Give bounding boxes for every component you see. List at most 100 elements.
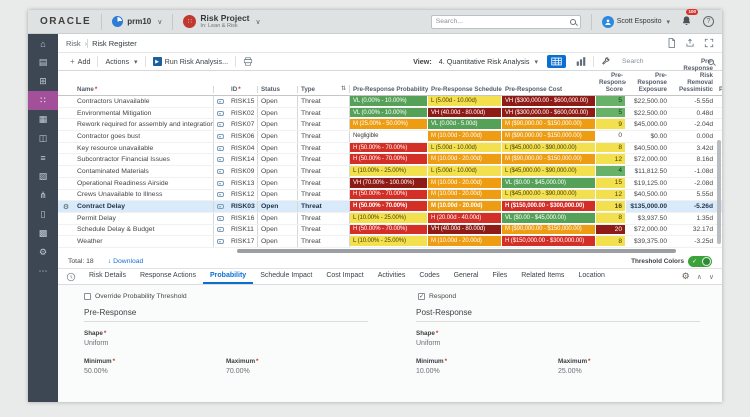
- pre-response-cost-cell[interactable]: L ($45,000.00 - $90,000.00): [502, 166, 596, 177]
- tab-general[interactable]: General: [447, 269, 486, 284]
- risk-name-cell[interactable]: Contaminated Materials: [74, 166, 214, 177]
- pre-response-risk-removal-pessimistic-cell[interactable]: -5.55d: [670, 96, 716, 107]
- risk-row-RISK16[interactable]: Permit DelayRISK16OpenThreatL (10.00% - …: [58, 213, 722, 225]
- checkbox-icon[interactable]: ✓: [418, 293, 425, 300]
- risk-name-cell[interactable]: Environmental Mitigation: [74, 108, 214, 119]
- pre-response-exposure-cell[interactable]: $22,500.00: [626, 96, 670, 107]
- pre-response-risk-removal-pessimistic-cell[interactable]: -3.25d: [670, 236, 716, 247]
- risk-row-RISK14[interactable]: Subcontractor Financial IssuesRISK14Open…: [58, 154, 722, 166]
- pre-response-exposure-cell[interactable]: $0.00: [626, 131, 670, 142]
- history-icon[interactable]: [66, 272, 76, 282]
- risk-type-cell[interactable]: Threat: [298, 108, 338, 119]
- header-pre-response-risk-removal-pessimistic[interactable]: Pre-Response Risk Removal Pessimistic: [670, 58, 716, 93]
- checkbox-icon[interactable]: [84, 293, 91, 300]
- pre-response-cost-cell[interactable]: L ($45,000.00 - $90,000.00): [502, 190, 596, 201]
- pre-response-cost-cell[interactable]: VH ($300,000.00 - $600,000.00): [502, 108, 596, 119]
- pre-response-score-cell[interactable]: 8: [596, 143, 626, 154]
- risk-type-cell[interactable]: Threat: [298, 119, 338, 130]
- pre-response-risk-removal-pessimistic-cell[interactable]: -2.08d: [670, 178, 716, 189]
- add-button[interactable]: +Add: [66, 57, 94, 66]
- pre-response-schedule-cell[interactable]: M (10.00d - 20.00d): [428, 154, 502, 165]
- pre-response-score-cell[interactable]: 0: [596, 131, 626, 142]
- risk-name-cell[interactable]: Rework required for assembly and integra…: [74, 119, 214, 130]
- tab-cost-impact[interactable]: Cost Impact: [319, 269, 370, 284]
- pre-response-score-cell[interactable]: 8: [596, 213, 626, 224]
- pre-response-schedule-cell[interactable]: VH (40.00d - 80.00d): [428, 225, 502, 236]
- risk-status-cell[interactable]: Open: [258, 154, 298, 165]
- pre-response-exposure-cell[interactable]: $135,000.00: [626, 201, 670, 212]
- risk-type-cell[interactable]: Threat: [298, 201, 338, 212]
- download-link[interactable]: ↓Download: [108, 258, 144, 265]
- risk-row-RISK17[interactable]: WeatherRISK17OpenThreatL (10.00% - 25.00…: [58, 236, 722, 248]
- pre-response-schedule-cell[interactable]: H (20.00d - 40.00d): [428, 213, 502, 224]
- sidebar-item-resources[interactable]: ⊞: [28, 72, 58, 91]
- pre-response-schedule-cell[interactable]: L (5.00d - 10.00d): [428, 166, 502, 177]
- pre-response-probability-cell[interactable]: L (10.00% - 25.00%): [350, 236, 428, 247]
- grid-view-button[interactable]: [547, 55, 566, 68]
- pre-response-score-cell[interactable]: 12: [596, 154, 626, 165]
- pre-response-cost-cell[interactable]: VH ($300,000.00 - $600,000.00): [502, 96, 596, 107]
- tab-related-items[interactable]: Related Items: [514, 269, 571, 284]
- risk-name-cell[interactable]: Contractor goes bust: [74, 131, 214, 142]
- risk-status-cell[interactable]: Open: [258, 131, 298, 142]
- horizontal-scrollbar[interactable]: [237, 249, 675, 253]
- header-type[interactable]: Type: [298, 86, 338, 93]
- pre-response-risk-removal-pessimistic-cell[interactable]: 0.00d: [670, 131, 716, 142]
- sidebar-item-portfolio[interactable]: ▦: [28, 110, 58, 129]
- comment-icon[interactable]: [214, 236, 228, 247]
- risk-status-cell[interactable]: Open: [258, 190, 298, 201]
- chevron-up-icon[interactable]: ∧: [697, 273, 702, 281]
- pre-response-score-cell[interactable]: 15: [596, 178, 626, 189]
- risk-name-cell[interactable]: Contractors Unavailable: [74, 96, 214, 107]
- tab-location[interactable]: Location: [571, 269, 611, 284]
- minimum-value[interactable]: 50.00%: [84, 368, 226, 375]
- pre-response-risk-removal-pessimistic-cell[interactable]: 0.48d: [670, 108, 716, 119]
- pre-response-schedule-cell[interactable]: VH (40.00d - 80.00d): [428, 108, 502, 119]
- comment-icon[interactable]: [214, 166, 228, 177]
- comment-icon[interactable]: [214, 201, 228, 212]
- risk-row-RISK11[interactable]: Schedule Delay & BudgetRISK11OpenThreatH…: [58, 225, 722, 237]
- header-name[interactable]: Name*: [74, 86, 214, 93]
- sidebar-item-settings[interactable]: ⚙: [28, 243, 58, 262]
- tab-codes[interactable]: Codes: [412, 269, 446, 284]
- sidebar-item-file[interactable]: ▯: [28, 205, 58, 224]
- pre-response-probability-cell[interactable]: VL (0.00% - 10.00%): [350, 108, 428, 119]
- expand-icon[interactable]: [704, 38, 714, 48]
- pre-response-score-cell[interactable]: 9: [596, 119, 626, 130]
- risk-status-cell[interactable]: Open: [258, 143, 298, 154]
- risk-type-cell[interactable]: Threat: [298, 190, 338, 201]
- risk-id-cell[interactable]: RISK03: [228, 201, 258, 212]
- risk-type-cell[interactable]: Threat: [298, 213, 338, 224]
- risk-id-cell[interactable]: RISK11: [228, 225, 258, 236]
- risk-type-cell[interactable]: Threat: [298, 178, 338, 189]
- export-icon[interactable]: [685, 38, 695, 48]
- risk-status-cell[interactable]: Open: [258, 166, 298, 177]
- sidebar-item-list[interactable]: ≡: [28, 148, 58, 167]
- row-settings-icon[interactable]: ⚙: [58, 201, 74, 212]
- header-pre-response-exposure[interactable]: Pre-Response Exposure: [626, 72, 670, 93]
- risk-row-RISK06[interactable]: Contractor goes bustRISK06OpenThreatNegl…: [58, 131, 722, 143]
- risk-status-cell[interactable]: Open: [258, 108, 298, 119]
- header-pre-response-probability[interactable]: Pre-Response Probability: [350, 86, 428, 93]
- view-select[interactable]: 4. Quantitative Risk Analysis▾: [435, 57, 542, 66]
- pre-response-cost-cell[interactable]: H ($150,000.00 - $300,000.00): [502, 236, 596, 247]
- pre-response-cost-cell[interactable]: L ($45,000.00 - $90,000.00): [502, 143, 596, 154]
- pre-response-risk-removal-pessimistic-cell[interactable]: 8.16d: [670, 154, 716, 165]
- tab-response-actions[interactable]: Response Actions: [133, 269, 203, 284]
- tab-risk-details[interactable]: Risk Details: [82, 269, 133, 284]
- override-probability-threshold-checkbox[interactable]: Override Probability Threshold: [84, 293, 390, 300]
- risk-row-RISK02[interactable]: Environmental MitigationRISK02OpenThreat…: [58, 108, 722, 120]
- risk-type-cell[interactable]: Threat: [298, 154, 338, 165]
- risk-row-RISK07[interactable]: Rework required for assembly and integra…: [58, 119, 722, 131]
- pre-response-exposure-cell[interactable]: $72,000.00: [626, 154, 670, 165]
- pre-response-schedule-cell[interactable]: M (10.00d - 20.00d): [428, 178, 502, 189]
- pre-response-schedule-cell[interactable]: M (10.00d - 20.00d): [428, 190, 502, 201]
- pre-response-probability-cell[interactable]: L (10.00% - 25.00%): [350, 166, 428, 177]
- pre-response-schedule-cell[interactable]: L (5.00d - 10.00d): [428, 143, 502, 154]
- pre-response-cost-cell[interactable]: M ($90,000.00 - $150,000.00): [502, 131, 596, 142]
- pre-response-cost-cell[interactable]: M ($90,000.00 - $150,000.00): [502, 154, 596, 165]
- pre-response-exposure-cell[interactable]: $19,125.00: [626, 178, 670, 189]
- sidebar-item-documents[interactable]: ◫: [28, 129, 58, 148]
- pre-response-schedule-cell[interactable]: M (10.00d - 20.00d): [428, 236, 502, 247]
- pre-response-schedule-cell[interactable]: M (10.00d - 20.00d): [428, 201, 502, 212]
